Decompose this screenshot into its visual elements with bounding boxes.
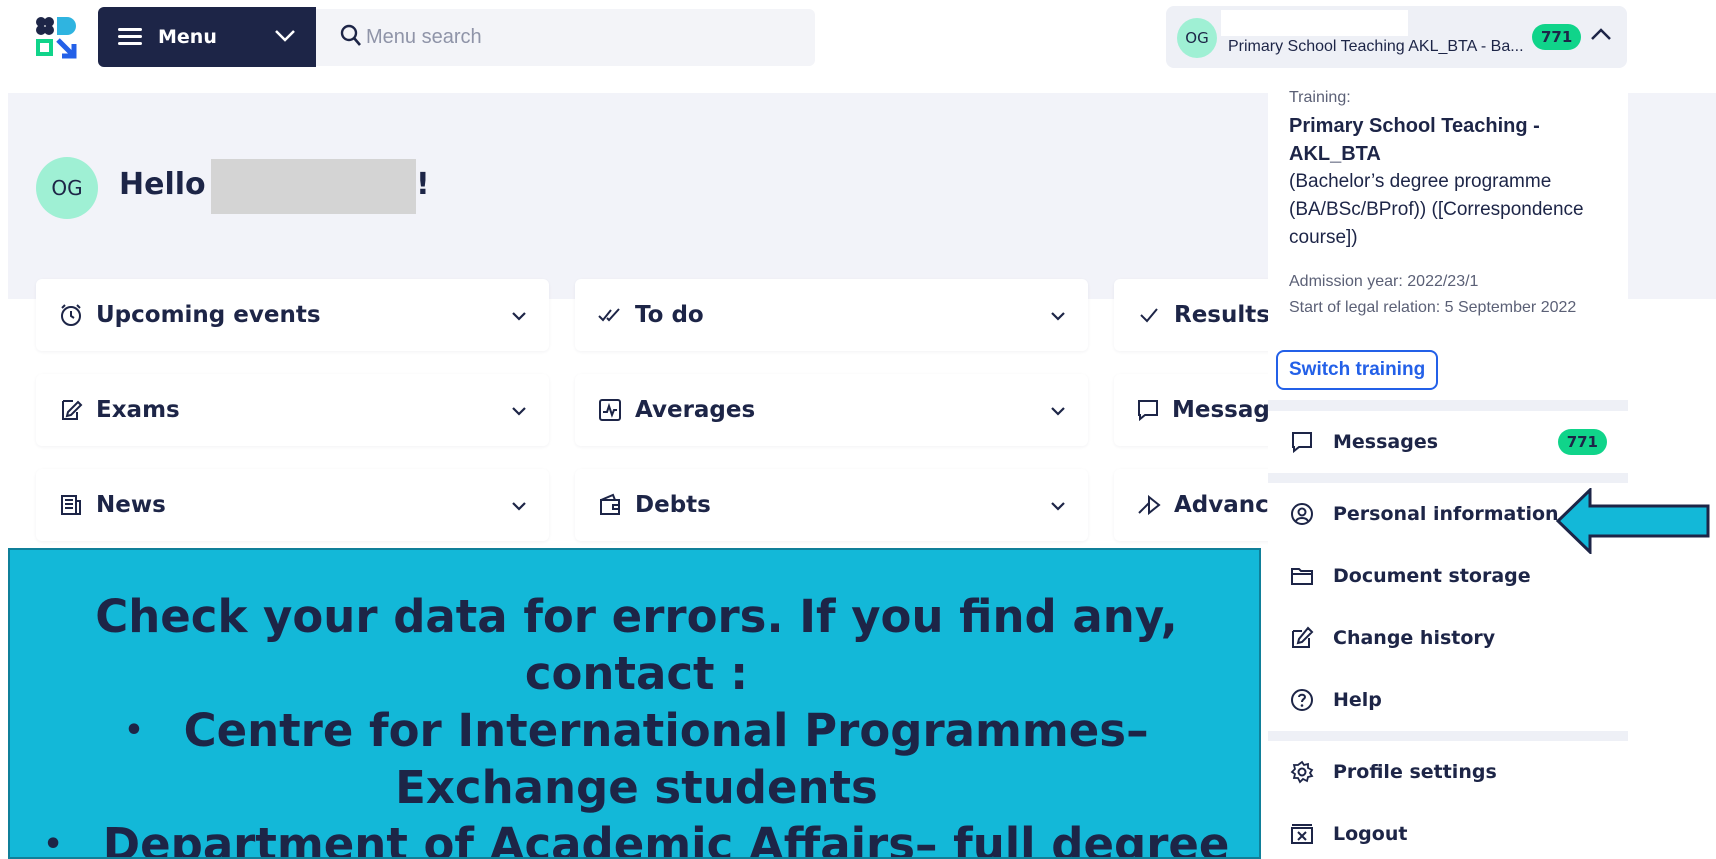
notification-badge: 771 bbox=[1532, 24, 1582, 50]
dropdown-item-label: Messages bbox=[1333, 431, 1439, 453]
alarm-clock-icon bbox=[58, 302, 84, 328]
dropdown-item-label: Profile settings bbox=[1333, 761, 1497, 783]
chevron-down-icon[interactable] bbox=[511, 496, 527, 515]
app-logo[interactable] bbox=[34, 16, 78, 60]
chevron-down-icon[interactable] bbox=[511, 306, 527, 325]
bullet-icon: • bbox=[124, 713, 144, 748]
menu-label: Menu bbox=[158, 26, 217, 48]
card-title: Exams bbox=[96, 397, 180, 423]
dropdown-item-messages[interactable]: Messages 771 bbox=[1268, 411, 1628, 473]
notification-badge: 771 bbox=[1557, 429, 1607, 455]
check-icon bbox=[1136, 302, 1162, 328]
greeting-exclamation: ! bbox=[416, 167, 430, 202]
logout-icon bbox=[1289, 821, 1315, 847]
chevron-down-icon[interactable] bbox=[1050, 496, 1066, 515]
card-exams[interactable]: Exams bbox=[36, 374, 549, 446]
card-title: Debts bbox=[635, 492, 711, 518]
message-icon bbox=[1289, 429, 1315, 455]
bullet-icon: • bbox=[43, 827, 63, 859]
instruction-bullet: • Department of Academic Affairs– full d… bbox=[10, 816, 1259, 859]
greeting: Hello bbox=[119, 167, 206, 202]
menu-button[interactable]: Menu bbox=[98, 7, 316, 67]
chevron-up-icon bbox=[1590, 26, 1612, 45]
dropdown-item-logout[interactable]: Logout bbox=[1268, 803, 1628, 859]
chart-icon bbox=[597, 397, 623, 423]
help-icon bbox=[1289, 687, 1315, 713]
switch-training-button[interactable]: Switch training bbox=[1276, 350, 1439, 390]
user-name-redacted bbox=[1221, 10, 1408, 36]
chevron-down-icon[interactable] bbox=[511, 401, 527, 420]
dropdown-item-label: Change history bbox=[1333, 627, 1496, 649]
dropdown-item-label: Logout bbox=[1333, 823, 1408, 845]
dropdown-item-change-history[interactable]: Change history bbox=[1268, 607, 1628, 669]
training-description: (Bachelor’s degree programme (BA/BSc/BPr… bbox=[1289, 171, 1584, 248]
folder-icon bbox=[1289, 563, 1315, 589]
forward-arrow-icon bbox=[1136, 492, 1162, 518]
hamburger-icon bbox=[118, 28, 142, 46]
dropdown-item-help[interactable]: Help bbox=[1268, 669, 1628, 731]
card-news[interactable]: News bbox=[36, 469, 549, 541]
chevron-down-icon bbox=[274, 28, 296, 47]
card-title: Results bbox=[1174, 302, 1270, 328]
card-upcoming-events[interactable]: Upcoming events bbox=[36, 279, 549, 351]
instruction-line: Exchange students bbox=[395, 761, 878, 814]
card-to-do[interactable]: To do bbox=[575, 279, 1088, 351]
instruction-overlay: Check your data for errors. If you find … bbox=[8, 548, 1261, 859]
pencil-note-icon bbox=[58, 397, 84, 423]
dropdown-item-profile-settings[interactable]: Profile settings bbox=[1268, 741, 1628, 803]
user-name-redacted bbox=[211, 159, 416, 214]
card-title: To do bbox=[635, 302, 704, 328]
double-check-icon bbox=[597, 302, 623, 328]
instruction-line: contact : bbox=[524, 647, 749, 700]
user-dropdown: Training: Primary School Teaching - AKL_… bbox=[1268, 70, 1628, 859]
legal-relation-start: Start of legal relation: 5 September 202… bbox=[1289, 299, 1577, 316]
dropdown-item-label: Personal information bbox=[1333, 503, 1559, 525]
avatar: OG bbox=[36, 157, 98, 219]
training-label: Training: bbox=[1289, 89, 1351, 106]
instruction-bullet: • Centre for International Programmes– bbox=[10, 702, 1259, 759]
instruction-line: Check your data for errors. If you find … bbox=[95, 590, 1178, 643]
card-debts[interactable]: Debts bbox=[575, 469, 1088, 541]
chevron-down-icon[interactable] bbox=[1050, 306, 1066, 325]
user-circle-icon bbox=[1289, 501, 1315, 527]
pointer-arrow-icon bbox=[1555, 486, 1711, 558]
menu-search[interactable] bbox=[316, 9, 815, 66]
training-info: Training: Primary School Teaching - AKL_… bbox=[1268, 70, 1628, 400]
newspaper-icon bbox=[58, 492, 84, 518]
instruction-bullet-text: Centre for International Programmes– bbox=[183, 704, 1149, 757]
instruction-text: Check your data for errors. If you find … bbox=[10, 588, 1259, 859]
instruction-bullet-text: Department of Academic Affairs– full deg… bbox=[102, 818, 1230, 859]
search-icon bbox=[340, 24, 362, 52]
card-averages[interactable]: Averages bbox=[575, 374, 1088, 446]
wallet-icon bbox=[597, 492, 623, 518]
training-name: Primary School Teaching - AKL_BTA bbox=[1289, 115, 1540, 165]
current-training: Primary School Teaching AKL_BTA - Ba... bbox=[1228, 38, 1524, 55]
card-title: Upcoming events bbox=[96, 302, 321, 328]
card-title: Averages bbox=[635, 397, 756, 423]
gear-icon bbox=[1289, 759, 1315, 785]
dropdown-item-label: Help bbox=[1333, 689, 1382, 711]
admission-year: Admission year: 2022/23/1 bbox=[1289, 273, 1479, 290]
chevron-down-icon[interactable] bbox=[1050, 401, 1066, 420]
edit-icon bbox=[1289, 625, 1315, 651]
message-icon bbox=[1136, 397, 1160, 423]
dropdown-item-label: Document storage bbox=[1333, 565, 1531, 587]
avatar: OG bbox=[1177, 18, 1217, 58]
user-menu-toggle[interactable]: OG Primary School Teaching AKL_BTA - Ba.… bbox=[1166, 6, 1627, 68]
search-input[interactable] bbox=[366, 26, 766, 49]
card-title: News bbox=[96, 492, 166, 518]
